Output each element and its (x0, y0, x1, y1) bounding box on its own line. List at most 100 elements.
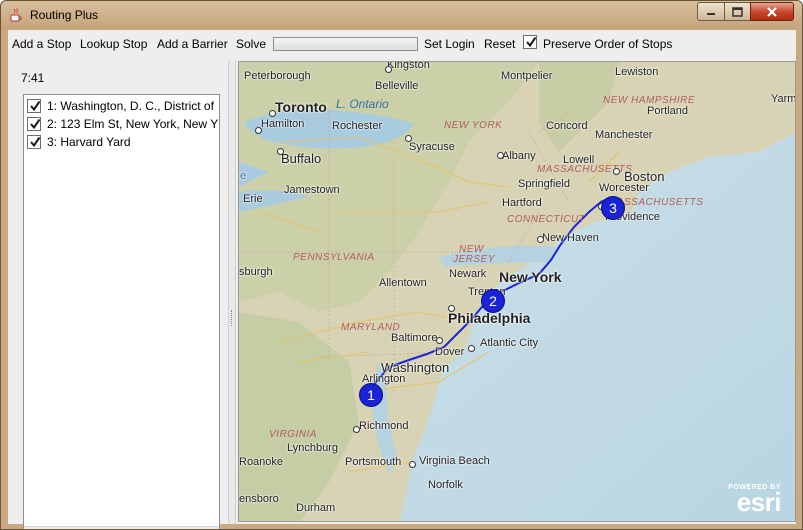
minimize-icon (698, 3, 724, 20)
city-dot (468, 345, 475, 352)
title-bar[interactable]: Routing Plus (1, 1, 802, 29)
route-time: 7:41 (21, 71, 45, 85)
city-dot (277, 148, 284, 155)
maximize-button[interactable] (724, 2, 751, 21)
map-label-jamestown: Jamestown (284, 184, 340, 196)
map-label-new-jersey-2: JERSEY (453, 254, 495, 265)
map-label-manchester: Manchester (595, 129, 653, 141)
stop-label: 2: 123 Elm St, New York, New Y (47, 117, 219, 131)
checkmark-icon (30, 118, 41, 130)
close-button[interactable] (750, 2, 794, 21)
preserve-order-checkbox[interactable] (523, 35, 537, 49)
map-label-springfield: Springfield (518, 178, 570, 190)
add-barrier-button[interactable]: Add a Barrier (157, 37, 228, 51)
stop-checkbox[interactable] (27, 99, 41, 113)
map-label-roanoke: Roanoke (239, 456, 284, 468)
map-label-virginia-beach: Virginia Beach (419, 455, 490, 467)
map-label-erie: Erie (243, 193, 263, 205)
java-cup-icon (10, 8, 22, 22)
set-login-button[interactable]: Set Login (424, 37, 475, 51)
map-label-albany: Albany (502, 150, 536, 162)
stops-panel: 7:41 1: Washington, D. C., District of 2… (8, 60, 228, 529)
stop-checkbox[interactable] (27, 135, 41, 149)
checkmark-icon (30, 100, 41, 112)
close-icon (751, 3, 793, 20)
map-label-hamilton: Hamilton (261, 118, 305, 130)
map-view[interactable]: Kingston Peterborough Belleville Montpel… (238, 61, 796, 522)
city-dot (497, 152, 504, 159)
toolbar: Add a Stop Lookup Stop Add a Barrier Sol… (8, 30, 796, 58)
checkmark-icon (30, 136, 41, 148)
esri-attribution: POWERED BY esri (728, 484, 782, 517)
map-label-pittsburgh: sburgh (239, 266, 273, 278)
city-dot (255, 127, 262, 134)
city-dot (436, 337, 443, 344)
map-label-kingston: Kingston (387, 61, 430, 71)
solve-button[interactable]: Solve (236, 37, 266, 51)
window-title: Routing Plus (30, 8, 99, 22)
list-item[interactable]: 3: Harvard Yard (27, 133, 219, 151)
map-label-newark: Newark (449, 268, 487, 280)
list-item[interactable]: 1: Washington, D. C., District of (27, 97, 219, 115)
map-label-toronto: Toronto (275, 99, 327, 115)
map-label-connecticut: CONNECTICUT (507, 214, 586, 225)
map-label-syracuse: Syracuse (409, 141, 455, 153)
esri-logo: esri (736, 487, 782, 517)
map-label-peterborough: Peterborough (244, 70, 311, 82)
map-label-lynchburg: Lynchburg (287, 442, 338, 454)
map-label-dover: Dover (435, 346, 465, 358)
map-label-portsmouth: Portsmouth (345, 456, 402, 468)
map-label-montpelier: Montpelier (501, 70, 553, 82)
add-stop-button[interactable]: Add a Stop (12, 37, 71, 51)
city-dot (448, 305, 455, 312)
map-label-new-york: New York (499, 269, 562, 285)
map-label-norfolk: Norfolk (428, 479, 463, 491)
map-label-worcester: Worcester (599, 182, 649, 194)
map-label-rochester: Rochester (332, 120, 383, 132)
map-label-hartford: Hartford (502, 197, 542, 209)
map-label-e: e (240, 170, 247, 182)
map-label-allentown: Allentown (379, 277, 427, 289)
city-dot (409, 461, 416, 468)
minimize-button[interactable] (697, 2, 725, 21)
map-label-yarm: Yarm (771, 93, 796, 105)
route-stop-marker-2[interactable]: 2 (481, 289, 505, 313)
stops-list[interactable]: 1: Washington, D. C., District of 2: 123… (23, 94, 220, 529)
map-label-baltimore: Baltimore (391, 332, 438, 344)
lookup-stop-button[interactable]: Lookup Stop (80, 37, 147, 51)
map-label-new-york-state: NEW YORK (444, 120, 503, 131)
map-label-lewiston: Lewiston (615, 66, 659, 78)
stop-checkbox[interactable] (27, 117, 41, 131)
split-divider[interactable] (228, 60, 236, 524)
map-label-durham: Durham (296, 502, 336, 514)
city-dot (269, 110, 276, 117)
city-dot (405, 135, 412, 142)
stop-label: 3: Harvard Yard (47, 135, 131, 149)
client-area: Add a Stop Lookup Stop Add a Barrier Sol… (8, 30, 796, 529)
route-stop-marker-3[interactable]: 3 (601, 196, 625, 220)
maximize-icon (725, 3, 750, 20)
map-label-buffalo: Buffalo (281, 151, 322, 166)
city-dot (353, 426, 360, 433)
map-label-lake-ontario: L. Ontario (336, 97, 389, 111)
map-label-concord: Concord (546, 120, 588, 132)
checkmark-icon (526, 36, 537, 48)
reset-button[interactable]: Reset (484, 37, 515, 51)
map-label-richmond: Richmond (359, 420, 409, 432)
map-label-portland: Portland (647, 105, 688, 117)
divider-grip-icon (231, 310, 233, 326)
map-label-virginia: VIRGINIA (269, 429, 317, 440)
app-window: Routing Plus Add a Stop Lookup Stop Add … (0, 0, 803, 530)
city-dot (537, 236, 544, 243)
solve-progress-bar (273, 37, 418, 51)
map-label-atlantic-city: Atlantic City (480, 337, 539, 349)
route-stop-marker-1[interactable]: 1 (359, 383, 383, 407)
map-label-pennsylvania: PENNSYLVANIA (293, 252, 375, 263)
city-dot (385, 66, 392, 73)
horizontal-scrollbar[interactable]: ◀ ▶ (24, 526, 219, 529)
city-dot (613, 168, 620, 175)
preserve-order-label[interactable]: Preserve Order of Stops (543, 37, 672, 51)
map-label-new-haven: New Haven (542, 232, 599, 244)
map-label-belleville: Belleville (375, 80, 419, 92)
list-item[interactable]: 2: 123 Elm St, New York, New Y (27, 115, 219, 133)
